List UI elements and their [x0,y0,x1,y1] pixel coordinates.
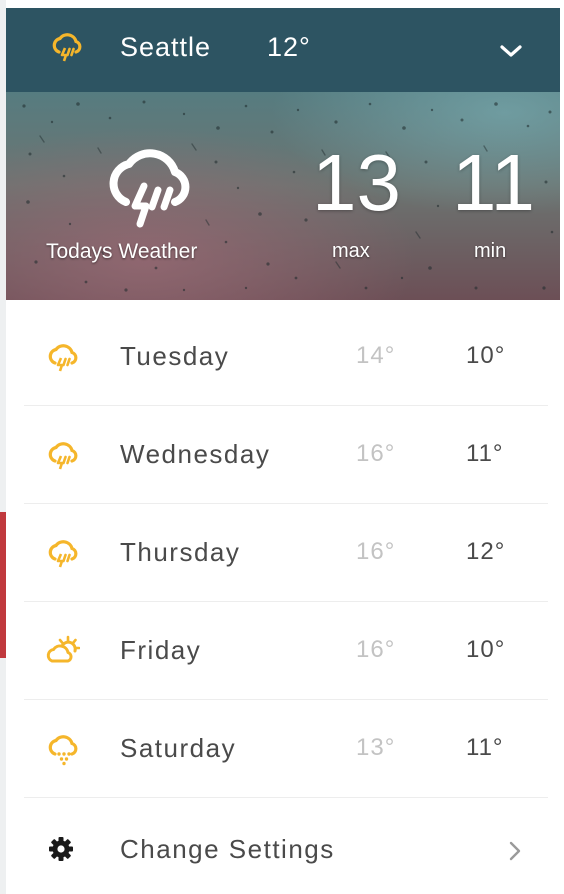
rain-cloud-icon [48,540,78,568]
forecast-row-saturday[interactable]: Saturday 13° 11° [6,700,560,798]
weather-widget: Seattle 12° Todays Weather 13 11 max min… [6,0,560,894]
todays-weather-label: Todays Weather [46,240,198,263]
max-label: max [332,240,370,262]
forecast-max-temp: 14° [356,342,396,369]
rain-cloud-icon [109,149,190,228]
drizzle-cloud-icon [48,735,78,766]
rain-cloud-icon [52,33,82,62]
rain-cloud-icon [48,344,78,372]
current-temp: 12° [267,32,311,62]
forecast-row-wednesday[interactable]: Wednesday 16° 11° [6,406,560,504]
forecast-row-tuesday[interactable]: Tuesday 14° 10° [6,308,560,406]
forecast-max-temp: 13° [356,734,396,761]
chevron-down-icon[interactable] [498,38,524,64]
forecast-min-temp: 12° [466,538,506,565]
change-settings-button[interactable]: Change Settings [6,800,560,894]
forecast-day: Friday [120,635,202,665]
forecast-min-temp: 10° [466,636,506,663]
forecast-max-temp: 16° [356,538,396,565]
forecast-day: Wednesday [120,439,271,469]
rain-cloud-icon [48,442,78,470]
location-header[interactable]: Seattle 12° [6,8,560,92]
city-name: Seattle [120,32,212,62]
forecast-min-temp: 11° [466,440,504,467]
today-min-temp: 11 [452,138,536,227]
chevron-right-icon [509,841,521,861]
forecast-min-temp: 10° [466,342,506,369]
change-settings-label: Change Settings [120,834,335,864]
partly-sunny-icon [46,635,80,663]
forecast-max-temp: 16° [356,440,396,467]
forecast-row-friday[interactable]: Friday 16° 10° [6,602,560,700]
forecast-max-temp: 16° [356,636,396,663]
today-max-temp: 13 [312,138,401,227]
forecast-day: Thursday [120,537,241,567]
min-label: min [474,240,507,262]
row-divider [24,797,548,798]
forecast-day: Tuesday [120,341,230,371]
gear-icon [49,837,73,861]
forecast-row-thursday[interactable]: Thursday 16° 12° [6,504,560,602]
forecast-min-temp: 11° [466,734,504,761]
todays-weather-panel: Todays Weather 13 11 max min [6,92,560,300]
forecast-day: Saturday [120,733,237,763]
